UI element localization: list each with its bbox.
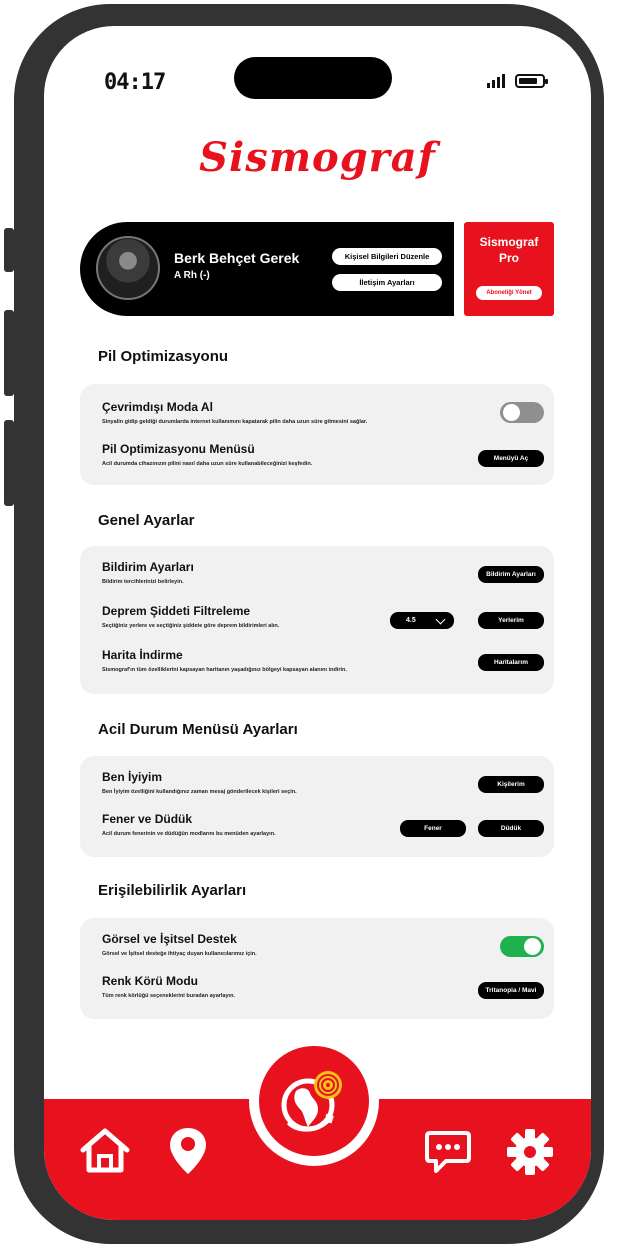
status-time: 04:17 bbox=[104, 70, 166, 95]
profile-card: Berk Behçet Gerek A Rh (-) Kişisel Bilgi… bbox=[80, 222, 454, 316]
battery-menu-row: Pil Optimizasyonu Menüsü Acil durumda ci… bbox=[102, 442, 544, 482]
open-menu-button[interactable]: Menüyü Aç bbox=[478, 450, 544, 467]
contact-settings-button[interactable]: İletişim Ayarları bbox=[332, 274, 442, 291]
pro-card[interactable]: Sismograf Pro Aboneliği Yönet bbox=[464, 222, 554, 316]
earthquake-globe-button[interactable] bbox=[259, 1046, 369, 1156]
battery-menu-title: Pil Optimizasyonu Menüsü bbox=[102, 442, 255, 456]
screen: 04:17 Sismograf Berk Behçet Gerek A Rh (… bbox=[44, 26, 591, 1220]
im-ok-row: Ben İyiyim Ben İyiyim özelliğini kulland… bbox=[102, 770, 544, 810]
signal-icon bbox=[487, 74, 505, 88]
offline-mode-desc: Sinyalin gidip geldiği durumlarda intern… bbox=[102, 419, 368, 425]
avatar[interactable] bbox=[96, 236, 160, 300]
flashlight-whistle-title: Fener ve Düdük bbox=[102, 812, 193, 826]
section-title-general: Genel Ayarlar bbox=[98, 512, 195, 529]
pro-title: Sismograf Pro bbox=[464, 234, 554, 266]
colorblind-desc: Tüm renk körlüğü seçeneklerini buradan a… bbox=[102, 993, 235, 999]
my-contacts-button[interactable]: Kişilerim bbox=[478, 776, 544, 793]
earthquake-globe-icon bbox=[281, 1071, 342, 1132]
profile-blood-type: A Rh (-) bbox=[174, 270, 210, 281]
my-places-button[interactable]: Yerlerim bbox=[478, 612, 544, 629]
location-pin-icon[interactable] bbox=[168, 1126, 208, 1176]
whistle-button[interactable]: Düdük bbox=[478, 820, 544, 837]
profile-name: Berk Behçet Gerek bbox=[174, 250, 300, 266]
colorblind-mode-button[interactable]: Tritanopia / Mavi bbox=[478, 982, 544, 999]
offline-mode-title: Çevrimdışı Moda Al bbox=[102, 400, 213, 414]
emergency-card: Ben İyiyim Ben İyiyim özelliğini kulland… bbox=[80, 756, 554, 857]
flashlight-whistle-desc: Acil durum fenerinin ve düdüğün modların… bbox=[102, 831, 276, 837]
home-icon[interactable] bbox=[78, 1126, 132, 1174]
accessibility-card: Görsel ve İşitsel Destek Görsel ve İşits… bbox=[80, 918, 554, 1019]
map-download-row: Harita İndirme Sismograf'ın tüm özellikl… bbox=[102, 648, 544, 688]
pro-title-line1: Sismograf bbox=[479, 235, 539, 249]
colorblind-row: Renk Körü Modu Tüm renk körlüğü seçenekl… bbox=[102, 974, 544, 1014]
volume-up-button bbox=[4, 310, 14, 396]
map-download-desc: Sismograf'ın tüm özelliklerini kapsayan … bbox=[102, 667, 347, 673]
map-download-title: Harita İndirme bbox=[102, 648, 183, 662]
im-ok-desc: Ben İyiyim özelliğini kullandığınız zama… bbox=[102, 789, 297, 795]
audiovisual-toggle[interactable] bbox=[500, 936, 544, 957]
section-title-accessibility: Erişilebilirlik Ayarları bbox=[98, 882, 247, 899]
audiovisual-row: Görsel ve İşitsel Destek Görsel ve İşits… bbox=[102, 932, 544, 972]
app-logo: Sismograf bbox=[199, 134, 436, 181]
im-ok-title: Ben İyiyim bbox=[102, 770, 163, 784]
my-maps-button[interactable]: Haritalarım bbox=[478, 654, 544, 671]
intensity-filter-row: Deprem Şiddeti Filtreleme Seçtiğiniz yer… bbox=[102, 604, 544, 644]
pro-title-line2: Pro bbox=[498, 251, 519, 265]
manage-subscription-button[interactable]: Aboneliği Yönet bbox=[476, 286, 542, 300]
dynamic-island bbox=[234, 57, 392, 99]
notification-title: Bildirim Ayarları bbox=[102, 560, 194, 574]
chevron-down-icon bbox=[435, 614, 446, 625]
notification-settings-button[interactable]: Bildirim Ayarları bbox=[478, 566, 544, 583]
battery-icon bbox=[515, 74, 548, 88]
intensity-filter-title: Deprem Şiddeti Filtreleme bbox=[102, 604, 251, 618]
notification-desc: Bildirim tercihlerinizi belirleyin. bbox=[102, 579, 184, 585]
status-icons bbox=[487, 74, 548, 88]
audiovisual-title: Görsel ve İşitsel Destek bbox=[102, 932, 237, 946]
audiovisual-desc: Görsel ve İşitsel desteğe ihtiyaç duyan … bbox=[102, 951, 257, 957]
flashlight-button[interactable]: Fener bbox=[400, 820, 466, 837]
battery-menu-desc: Acil durumda cihazınızın pilini nasıl da… bbox=[102, 461, 313, 467]
intensity-filter-desc: Seçtiğiniz yerlere ve seçtiğiniz şiddete… bbox=[102, 623, 280, 629]
offline-mode-row: Çevrimdışı Moda Al Sinyalin gidip geldiğ… bbox=[102, 400, 544, 440]
flashlight-whistle-row: Fener ve Düdük Acil durum fenerinin ve d… bbox=[102, 812, 544, 852]
chat-bubble-icon[interactable] bbox=[424, 1130, 472, 1174]
silent-switch bbox=[4, 228, 14, 272]
general-card: Bildirim Ayarları Bildirim tercihleriniz… bbox=[80, 546, 554, 694]
offline-mode-toggle[interactable] bbox=[500, 402, 544, 423]
gear-icon[interactable] bbox=[506, 1128, 554, 1176]
notification-row: Bildirim Ayarları Bildirim tercihleriniz… bbox=[102, 560, 544, 600]
edit-profile-button[interactable]: Kişisel Bilgileri Düzenle bbox=[332, 248, 442, 265]
intensity-select[interactable]: 4.5 bbox=[390, 612, 454, 629]
battery-card: Çevrimdışı Moda Al Sinyalin gidip geldiğ… bbox=[80, 384, 554, 485]
intensity-select-value: 4.5 bbox=[406, 617, 416, 624]
section-title-emergency: Acil Durum Menüsü Ayarları bbox=[98, 721, 298, 738]
volume-down-button bbox=[4, 420, 14, 506]
section-title-battery: Pil Optimizasyonu bbox=[98, 348, 229, 365]
colorblind-title: Renk Körü Modu bbox=[102, 974, 198, 988]
